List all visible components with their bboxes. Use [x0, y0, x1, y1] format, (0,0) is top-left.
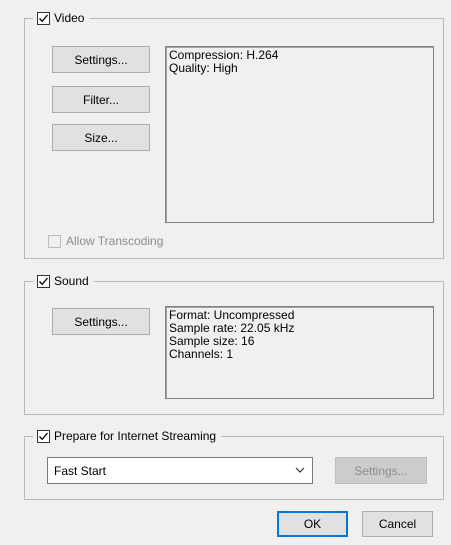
sound-info-line: Channels: 1 — [169, 347, 234, 361]
video-size-button[interactable]: Size... — [52, 124, 150, 151]
cancel-button[interactable]: Cancel — [362, 511, 433, 537]
sound-info-box: Format: Uncompressed Sample rate: 22.05 … — [165, 306, 434, 399]
video-settings-button[interactable]: Settings... — [52, 46, 150, 73]
sound-checkbox[interactable] — [37, 275, 50, 288]
checkmark-icon — [39, 14, 48, 23]
sound-title: Sound — [54, 274, 89, 288]
allow-transcoding-label: Allow Transcoding — [66, 234, 164, 248]
ok-button[interactable]: OK — [277, 511, 348, 537]
video-checkbox[interactable] — [37, 12, 50, 25]
checkmark-icon — [39, 432, 48, 441]
chevron-down-icon — [295, 467, 305, 473]
streaming-settings-button[interactable]: Settings... — [335, 457, 427, 484]
video-title: Video — [54, 11, 85, 25]
allow-transcoding-checkbox[interactable] — [48, 234, 61, 248]
streaming-method-value: Fast Start — [54, 463, 107, 478]
video-filter-button[interactable]: Filter... — [52, 86, 150, 113]
streaming-title: Prepare for Internet Streaming — [54, 429, 217, 443]
video-legend: Video — [33, 10, 90, 27]
streaming-method-select[interactable]: Fast Start — [47, 457, 313, 484]
sound-legend: Sound — [33, 273, 94, 290]
sound-settings-button[interactable]: Settings... — [52, 308, 150, 335]
streaming-checkbox[interactable] — [37, 430, 50, 443]
allow-transcoding-row[interactable]: Allow Transcoding — [48, 234, 163, 248]
checkmark-icon — [39, 277, 48, 286]
video-info-line: Quality: High — [169, 61, 238, 75]
streaming-legend: Prepare for Internet Streaming — [33, 428, 222, 445]
video-info-box: Compression: H.264 Quality: High — [165, 46, 434, 223]
